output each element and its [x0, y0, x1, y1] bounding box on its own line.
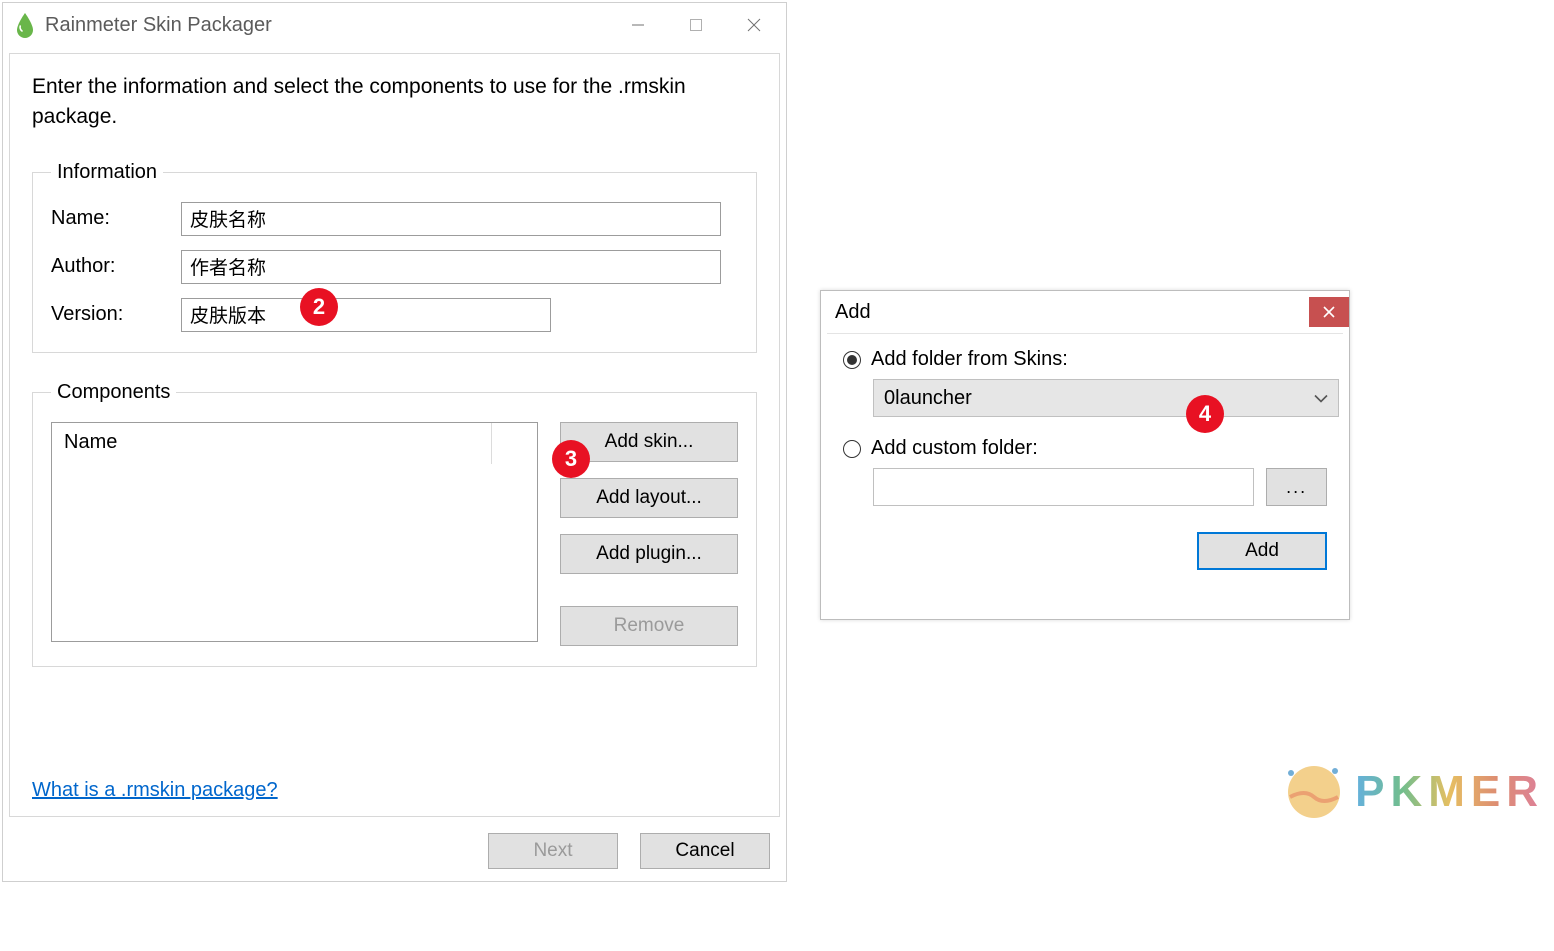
help-link[interactable]: What is a .rmskin package?	[32, 779, 757, 802]
titlebar: Rainmeter Skin Packager	[3, 3, 786, 47]
minimize-button[interactable]	[610, 7, 666, 43]
radio-folder-label: Add folder from Skins:	[871, 348, 1068, 371]
window-controls	[610, 7, 782, 43]
radio-icon	[843, 440, 861, 458]
watermark-text: PKMER	[1355, 767, 1544, 817]
version-label: Version:	[51, 303, 181, 326]
add-confirm-button[interactable]: Add	[1197, 532, 1327, 570]
add-body: Add folder from Skins: 0launcher Add cus…	[827, 333, 1343, 619]
instruction-text: Enter the information and select the com…	[32, 72, 757, 133]
window-title: Rainmeter Skin Packager	[45, 14, 610, 37]
next-button[interactable]: Next	[488, 833, 618, 869]
components-group: Components Name Add skin... Add layout..…	[32, 381, 757, 667]
components-legend: Components	[51, 381, 176, 404]
name-input[interactable]	[181, 202, 721, 236]
components-list[interactable]: Name	[51, 422, 538, 642]
radio-icon	[843, 351, 861, 369]
add-dialog-title: Add	[835, 301, 1309, 324]
add-close-button[interactable]	[1309, 297, 1349, 327]
content-pane: Enter the information and select the com…	[9, 53, 780, 817]
radio-custom-folder[interactable]: Add custom folder:	[843, 437, 1327, 460]
annotation-badge-2: 2	[300, 288, 338, 326]
remove-button[interactable]: Remove	[560, 606, 738, 646]
radio-folder-from-skins[interactable]: Add folder from Skins:	[843, 348, 1327, 371]
annotation-badge-3: 3	[552, 440, 590, 478]
packager-window: Rainmeter Skin Packager Enter the inform…	[2, 2, 787, 882]
add-titlebar: Add	[821, 291, 1349, 333]
list-column-name: Name	[52, 423, 492, 464]
author-input[interactable]	[181, 250, 721, 284]
maximize-button[interactable]	[668, 7, 724, 43]
name-label: Name:	[51, 207, 181, 230]
radio-custom-label: Add custom folder:	[871, 437, 1038, 460]
close-button[interactable]	[726, 7, 782, 43]
skins-folder-combo[interactable]: 0launcher	[873, 379, 1339, 417]
add-dialog: Add Add folder from Skins: 0launcher Add…	[820, 290, 1350, 620]
add-plugin-button[interactable]: Add plugin...	[560, 534, 738, 574]
annotation-badge-4: 4	[1186, 395, 1224, 433]
information-legend: Information	[51, 161, 163, 184]
chevron-down-icon	[1314, 387, 1328, 410]
author-label: Author:	[51, 255, 181, 278]
watermark: PKMER	[1285, 763, 1544, 821]
footer: Next Cancel	[3, 823, 786, 881]
pkmer-logo-icon	[1285, 763, 1343, 821]
add-layout-button[interactable]: Add layout...	[560, 478, 738, 518]
custom-folder-input[interactable]	[873, 468, 1254, 506]
version-input[interactable]	[181, 298, 551, 332]
cancel-button[interactable]: Cancel	[640, 833, 770, 869]
browse-button[interactable]: ...	[1266, 468, 1327, 506]
rainmeter-icon	[15, 12, 35, 38]
combo-value: 0launcher	[884, 387, 972, 410]
information-group: Information Name: Author: Version:	[32, 161, 757, 353]
